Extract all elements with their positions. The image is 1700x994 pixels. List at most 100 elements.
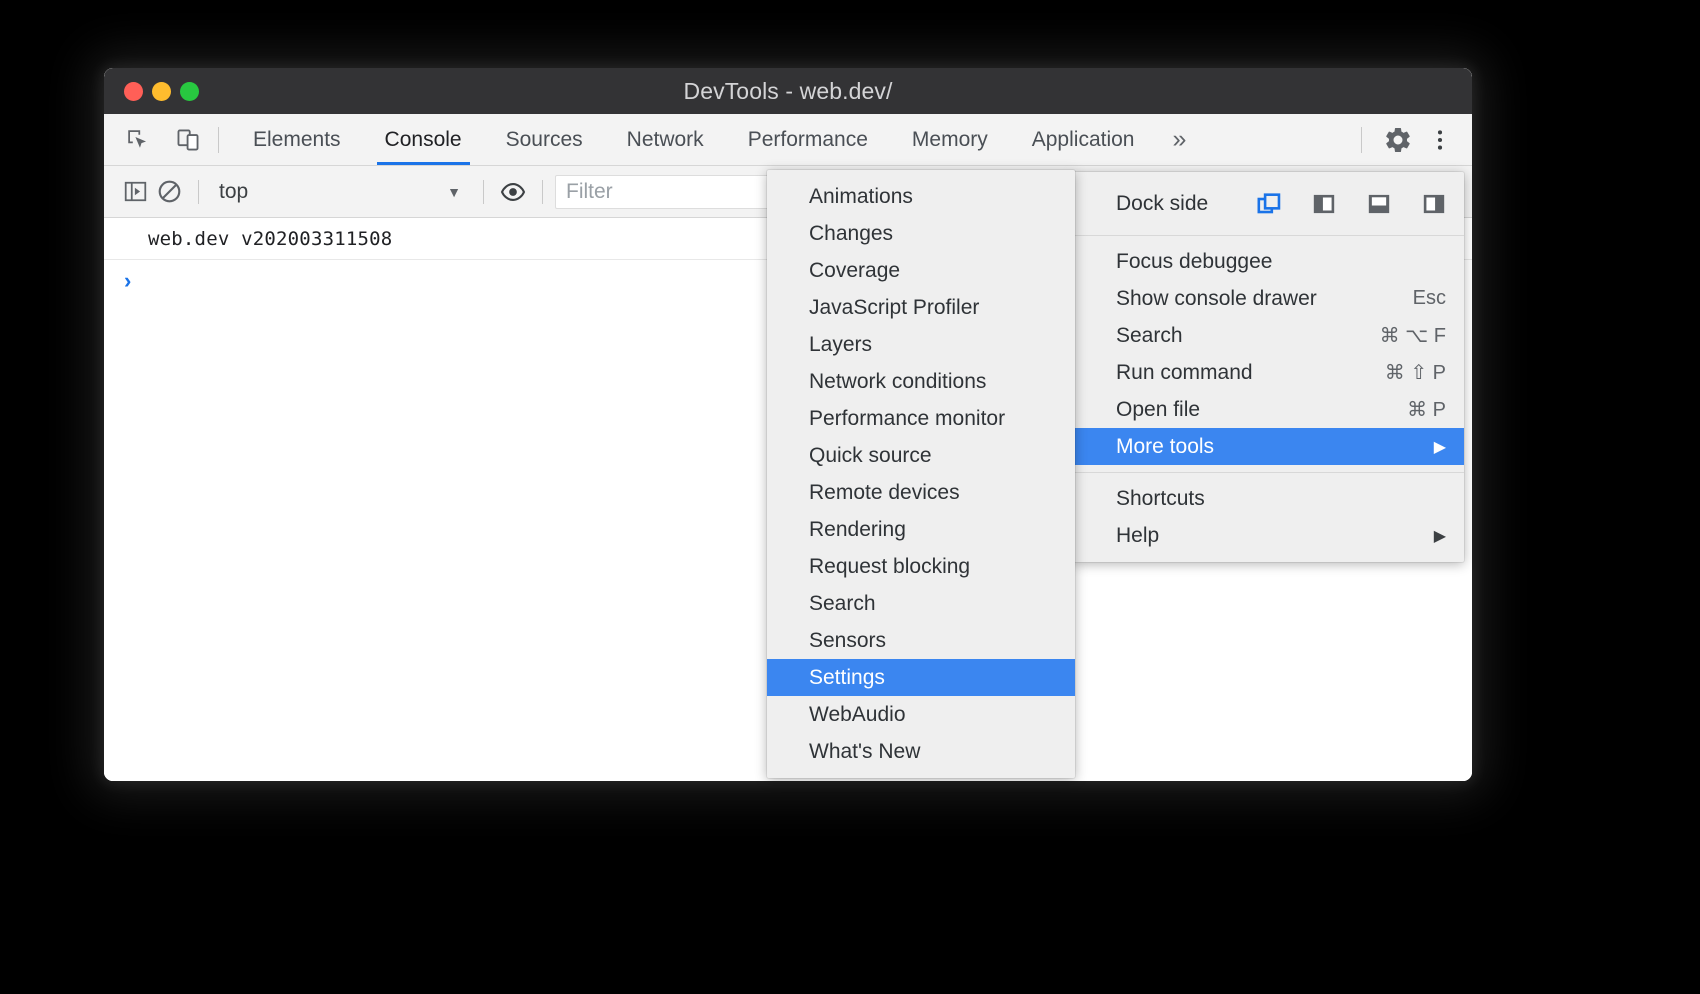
submenu-item-label: Settings [809,666,885,690]
toolbar-divider-right [1361,127,1362,153]
tab-performance[interactable]: Performance [726,114,890,165]
menu-item-open-file[interactable]: Open file ⌘ P [1072,391,1464,428]
submenu-item-label: Layers [809,333,872,357]
menu-item-shortcut: ⌘ ⌥ F [1340,323,1446,348]
menu-item-more-tools[interactable]: More tools ▶ [1072,428,1464,465]
tab-label: Network [627,128,704,152]
menu-separator [1072,235,1464,236]
console-sidebar-icon[interactable] [118,175,152,209]
device-toolbar-icon[interactable] [170,122,206,158]
submenu-item-label: WebAudio [809,703,906,727]
submenu-item-layers[interactable]: Layers [767,326,1075,363]
filter-placeholder: Filter [566,180,613,204]
submenu-item-animations[interactable]: Animations [767,178,1075,215]
undock-into-separate-window-icon[interactable] [1255,190,1283,218]
dock-to-bottom-icon[interactable] [1365,190,1393,218]
menu-item-shortcut: ⌘ ⇧ P [1345,360,1446,385]
submenu-item-performance-monitor[interactable]: Performance monitor [767,400,1075,437]
menu-item-show-console-drawer[interactable]: Show console drawer Esc [1072,280,1464,317]
menu-item-label: Focus debuggee [1116,250,1272,274]
tab-label: Performance [748,128,868,152]
tab-memory[interactable]: Memory [890,114,1010,165]
clear-console-icon[interactable] [152,175,186,209]
submenu-item-search[interactable]: Search [767,585,1075,622]
menu-item-label: Open file [1116,398,1200,422]
submenu-item-network-conditions[interactable]: Network conditions [767,363,1075,400]
menu-item-focus-debuggee[interactable]: Focus debuggee [1072,243,1464,280]
main-menu-popup: Dock side [1072,172,1464,562]
submenu-item-javascript-profiler[interactable]: JavaScript Profiler [767,289,1075,326]
submenu-arrow-icon: ▶ [1404,526,1446,546]
menu-item-shortcuts[interactable]: Shortcuts [1072,480,1464,517]
submenu-item-label: Remote devices [809,481,960,505]
submenu-item-label: Sensors [809,629,886,653]
submenu-item-label: Quick source [809,444,932,468]
execution-context-select[interactable]: top ▼ [211,175,471,209]
dock-side-options [1255,190,1448,218]
submenu-item-label: Rendering [809,518,906,542]
submenu-item-label: Animations [809,185,913,209]
toolbar-divider [218,127,219,153]
dock-to-left-icon[interactable] [1310,190,1338,218]
devtools-tabbar: Elements Console Sources Network Perform… [104,114,1472,166]
prompt-caret-icon: › [124,268,131,294]
submenu-item-label: Search [809,592,876,616]
menu-item-label: Search [1116,324,1183,348]
submenu-item-coverage[interactable]: Coverage [767,252,1075,289]
tab-label: Sources [506,128,583,152]
tab-label: Memory [912,128,988,152]
submenu-arrow-icon: ▶ [1404,437,1446,457]
menu-item-label: Show console drawer [1116,287,1317,311]
gear-icon[interactable] [1380,122,1416,158]
submenu-item-settings[interactable]: Settings [767,659,1075,696]
submenu-item-webaudio[interactable]: WebAudio [767,696,1075,733]
menu-item-shortcut: ⌘ P [1367,397,1446,422]
submenu-item-remote-devices[interactable]: Remote devices [767,474,1075,511]
submenu-item-request-blocking[interactable]: Request blocking [767,548,1075,585]
menu-item-label: Shortcuts [1116,487,1205,511]
more-vertical-icon[interactable] [1422,122,1458,158]
submenu-item-whats-new[interactable]: What's New [767,733,1075,770]
console-message-text: web.dev v202003311508 [148,228,392,250]
tab-network[interactable]: Network [605,114,726,165]
menu-item-label: Run command [1116,361,1253,385]
tab-label: Application [1032,128,1135,152]
menu-item-help[interactable]: Help ▶ [1072,517,1464,554]
execution-context-value: top [219,180,248,204]
tab-application[interactable]: Application [1010,114,1157,165]
menu-item-search[interactable]: Search ⌘ ⌥ F [1072,317,1464,354]
submenu-item-label: Request blocking [809,555,970,579]
menu-item-shortcut: Esc [1373,287,1446,310]
title-bar: DevTools - web.dev/ [104,68,1472,114]
inspect-element-icon[interactable] [120,122,156,158]
tabs-overflow-button[interactable]: » [1156,114,1202,165]
tab-console[interactable]: Console [363,114,484,165]
submenu-item-label: Coverage [809,259,900,283]
menu-item-run-command[interactable]: Run command ⌘ ⇧ P [1072,354,1464,391]
console-toolbar-divider [198,180,199,204]
window-title: DevTools - web.dev/ [104,68,1472,114]
menu-separator-2 [1072,472,1464,473]
console-toolbar-divider-2 [483,180,484,204]
more-tools-submenu-popup: Animations Changes Coverage JavaScript P… [767,170,1075,778]
chevron-double-right-icon: » [1172,125,1186,154]
dock-to-right-icon[interactable] [1420,190,1448,218]
live-expression-icon[interactable] [496,175,530,209]
menu-item-label: More tools [1116,435,1214,459]
tab-elements[interactable]: Elements [231,114,363,165]
dock-side-label: Dock side [1116,192,1208,216]
submenu-item-label: Network conditions [809,370,986,394]
submenu-item-changes[interactable]: Changes [767,215,1075,252]
submenu-item-label: Performance monitor [809,407,1005,431]
tab-label: Elements [253,128,341,152]
dock-side-row: Dock side [1072,180,1464,228]
menu-item-label: Help [1116,524,1159,548]
submenu-item-sensors[interactable]: Sensors [767,622,1075,659]
submenu-item-label: JavaScript Profiler [809,296,979,320]
submenu-item-rendering[interactable]: Rendering [767,511,1075,548]
submenu-item-quick-source[interactable]: Quick source [767,437,1075,474]
submenu-item-label: What's New [809,740,920,764]
panel-tabs: Elements Console Sources Network Perform… [231,114,1202,165]
tab-sources[interactable]: Sources [484,114,605,165]
chevron-down-icon: ▼ [447,184,461,200]
